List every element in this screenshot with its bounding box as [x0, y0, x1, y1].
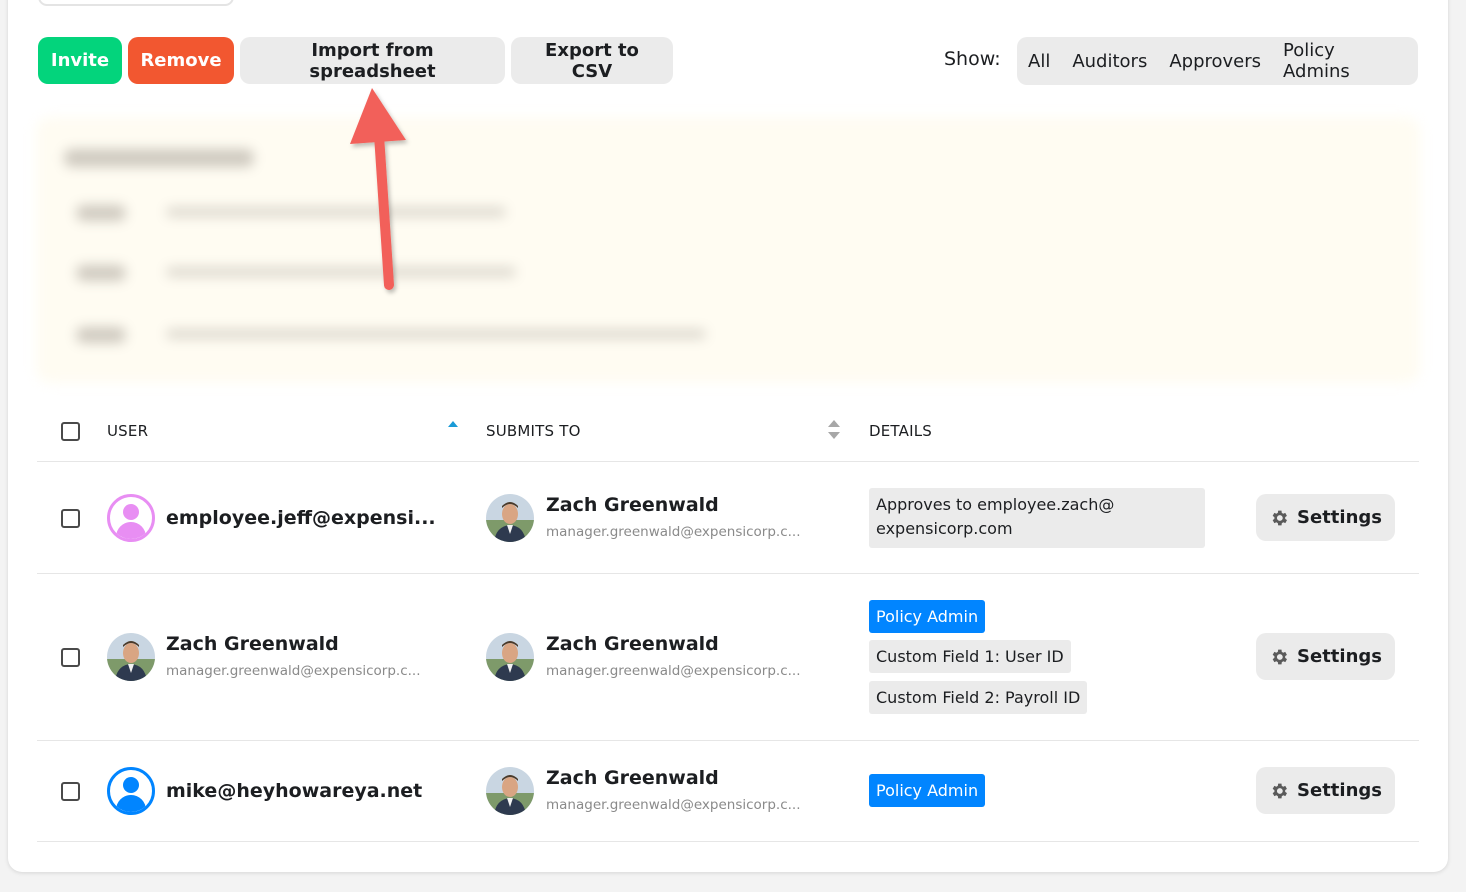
annotation-arrow-icon	[350, 88, 406, 290]
settings-button[interactable]: Settings	[1256, 767, 1395, 814]
row-checkbox[interactable]	[61, 509, 80, 528]
user-email: manager.greenwald@expensicorp.c...	[166, 663, 421, 679]
gear-icon	[1272, 649, 1288, 664]
filter-policy-admins[interactable]: Policy Admins	[1283, 40, 1396, 82]
settings-button[interactable]: Settings	[1256, 494, 1395, 541]
remove-button[interactable]: Remove	[128, 37, 234, 84]
user-name[interactable]: employee.jeff@expensi...	[166, 507, 436, 529]
user-photo-avatar	[107, 633, 155, 681]
submits-to-email: manager.greenwald@expensicorp.c...	[546, 797, 801, 813]
filter-auditors[interactable]: Auditors	[1072, 51, 1147, 72]
user-photo-avatar	[486, 633, 534, 681]
settings-button[interactable]: Settings	[1256, 633, 1395, 680]
gear-icon	[1272, 510, 1288, 525]
policy-admin-badge: Policy Admin	[869, 774, 986, 807]
sort-ascending-icon[interactable]	[448, 421, 458, 427]
table-row: employee.jeff@expensi... Zach Greenwald …	[37, 463, 1419, 574]
submits-to-email: manager.greenwald@expensicorp.c...	[546, 524, 801, 540]
export-csv-button[interactable]: Export to CSV	[511, 37, 673, 84]
invite-button[interactable]: Invite	[38, 37, 122, 84]
default-user-avatar-icon	[107, 767, 155, 815]
table-header: USER SUBMITS TO DETAILS	[37, 400, 1419, 462]
table-row: Zach Greenwald manager.greenwald@expensi…	[37, 574, 1419, 741]
user-name[interactable]: mike@heyhowareya.net	[166, 780, 422, 802]
row-checkbox[interactable]	[61, 782, 80, 801]
select-all-checkbox[interactable]	[61, 422, 80, 441]
submits-to-name: Zach Greenwald	[546, 494, 719, 516]
detail-line: expensicorp.com	[876, 519, 1013, 538]
settings-label: Settings	[1297, 646, 1382, 667]
member-toolbar: Invite Remove Import from spreadsheet Ex…	[38, 37, 673, 84]
default-user-avatar-icon	[107, 494, 155, 542]
settings-label: Settings	[1297, 507, 1382, 528]
top-input-stub[interactable]	[38, 0, 234, 6]
submits-to-name: Zach Greenwald	[546, 767, 719, 789]
detail-line: Approves to employee.zach@	[876, 495, 1115, 514]
filter-approvers[interactable]: Approvers	[1169, 51, 1261, 72]
header-submits-to[interactable]: SUBMITS TO	[486, 422, 581, 440]
table-row: mike@heyhowareya.net Zach Greenwald mana…	[37, 741, 1419, 842]
policy-admin-badge: Policy Admin	[869, 600, 986, 633]
header-user[interactable]: USER	[107, 422, 148, 440]
approves-to-detail: Approves to employee.zach@ expensicorp.c…	[869, 488, 1205, 548]
show-filter-label: Show:	[944, 48, 1001, 70]
filter-all[interactable]: All	[1028, 51, 1050, 72]
settings-label: Settings	[1297, 780, 1382, 801]
row-checkbox[interactable]	[61, 648, 80, 667]
submits-to-email: manager.greenwald@expensicorp.c...	[546, 663, 801, 679]
user-photo-avatar	[486, 494, 534, 542]
submits-to-name: Zach Greenwald	[546, 633, 719, 655]
role-filter-group: All Auditors Approvers Policy Admins	[1017, 37, 1418, 85]
user-photo-avatar	[486, 767, 534, 815]
user-name[interactable]: Zach Greenwald	[166, 633, 339, 655]
custom-field-1-badge: Custom Field 1: User ID	[869, 640, 1071, 673]
header-details: DETAILS	[869, 422, 932, 440]
sort-icon[interactable]	[828, 420, 840, 442]
blurred-info-panel	[36, 117, 1420, 383]
custom-field-2-badge: Custom Field 2: Payroll ID	[869, 681, 1088, 714]
import-spreadsheet-button[interactable]: Import from spreadsheet	[240, 37, 505, 84]
gear-icon	[1272, 783, 1288, 798]
